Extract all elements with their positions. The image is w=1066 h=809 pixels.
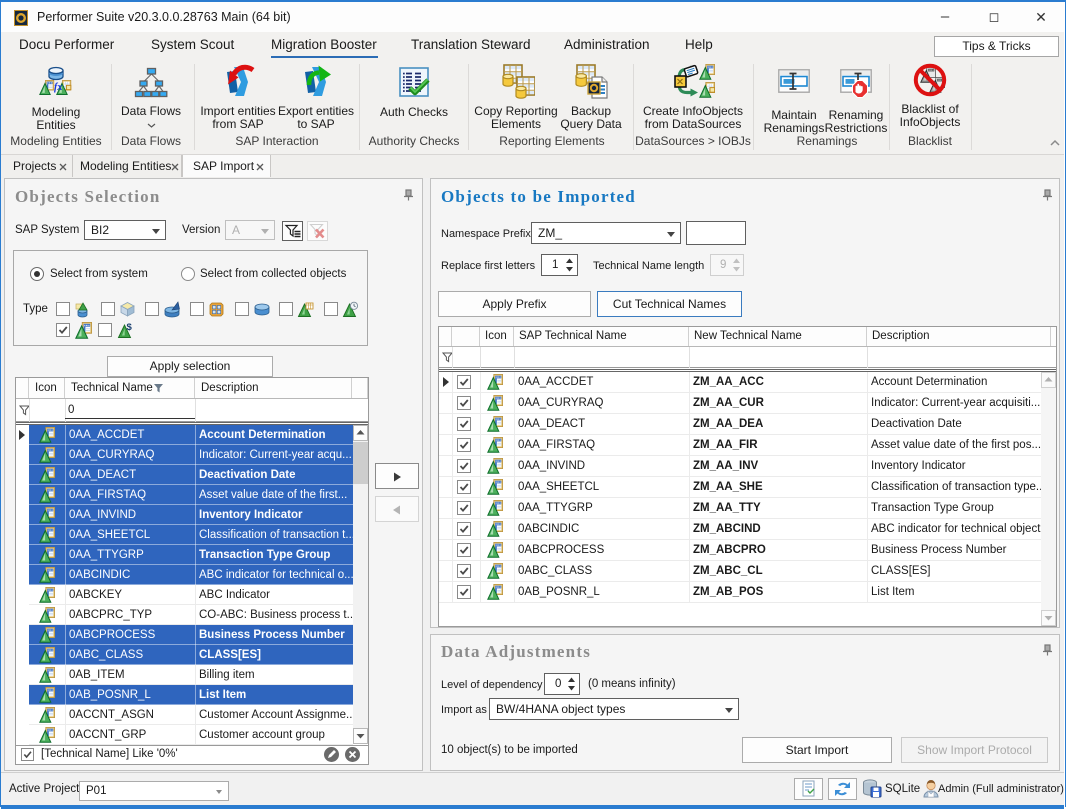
svg-text:$: $: [127, 322, 133, 333]
svg-text:fx: fx: [54, 82, 62, 93]
